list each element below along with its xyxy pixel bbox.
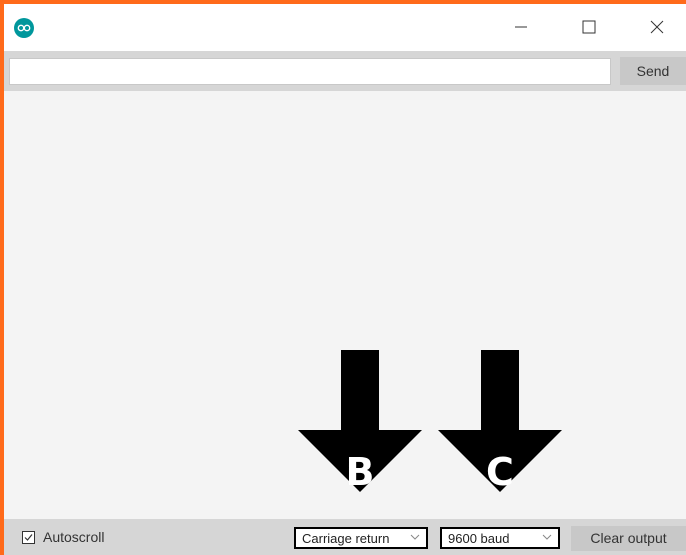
autoscroll-toggle[interactable]: Autoscroll [22, 519, 104, 555]
baud-rate-select[interactable]: 9600 baud [440, 527, 560, 549]
minimize-button[interactable] [498, 10, 544, 44]
arrow-c-annotation: C [438, 350, 562, 494]
arrow-b-shaft [341, 350, 379, 432]
send-button[interactable]: Send [620, 57, 686, 85]
maximize-button[interactable] [566, 10, 612, 44]
line-ending-value: Carriage return [302, 530, 390, 546]
chevron-down-icon [542, 532, 552, 545]
maximize-icon [582, 20, 596, 34]
clear-output-button[interactable]: Clear output [571, 526, 686, 551]
chevron-down-icon [410, 532, 420, 545]
arrow-c-shaft [481, 350, 519, 432]
close-button[interactable] [634, 10, 680, 44]
baud-rate-value: 9600 baud [448, 530, 510, 546]
serial-monitor-window: Send B C Autoscroll Carriage return 9600… [4, 4, 686, 555]
close-icon [650, 20, 664, 34]
checkmark-icon [24, 533, 33, 541]
autoscroll-label: Autoscroll [43, 529, 105, 545]
minimize-icon [515, 26, 527, 28]
line-ending-select[interactable]: Carriage return [294, 527, 428, 549]
autoscroll-checkbox[interactable] [22, 530, 35, 544]
arrow-c-label: C [486, 450, 514, 494]
title-bar [4, 4, 686, 49]
arrow-b-annotation: B [298, 350, 422, 494]
send-bar: Send [4, 51, 686, 91]
arrow-b-label: B [345, 450, 375, 494]
message-input[interactable] [9, 58, 611, 85]
arduino-logo-icon [14, 18, 34, 38]
bottom-bar: Autoscroll Carriage return 9600 baud Cle… [4, 519, 686, 555]
